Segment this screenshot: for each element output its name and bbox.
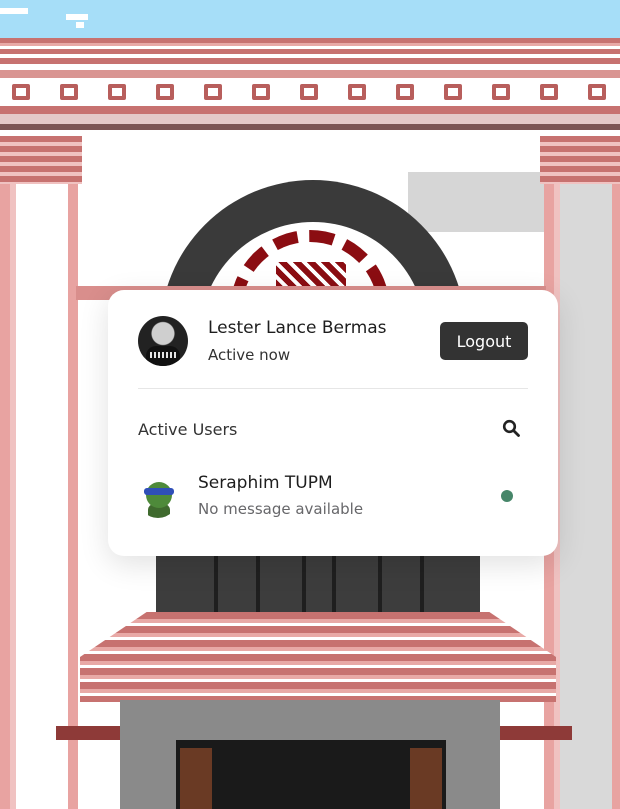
current-user-status: Active now	[208, 346, 291, 364]
frieze	[0, 114, 620, 124]
card-header: Lester Lance Bermas Active now Logout	[138, 316, 528, 389]
avatar-shirt-print	[150, 352, 176, 358]
frieze-shadow	[0, 124, 620, 130]
transom-window	[156, 555, 480, 613]
logout-button[interactable]: Logout	[440, 322, 528, 360]
dentil	[300, 84, 318, 100]
current-user-avatar	[138, 316, 188, 366]
cloud	[66, 14, 88, 20]
dentil	[108, 84, 126, 100]
current-user-name: Lester Lance Bermas	[208, 318, 387, 338]
dentil	[492, 84, 510, 100]
search-label: Active Users	[138, 420, 238, 439]
users-card: Lester Lance Bermas Active now Logout Ac…	[108, 290, 558, 556]
door-frame	[120, 700, 500, 809]
dentil	[348, 84, 366, 100]
dentil	[540, 84, 558, 100]
dentil	[588, 84, 606, 100]
pillar-left	[0, 136, 82, 809]
user-name: Seraphim TUPM	[198, 473, 333, 493]
cornice	[0, 38, 620, 64]
search-bar: Active Users	[138, 412, 528, 446]
search-icon	[502, 419, 520, 440]
user-last-message: No message available	[198, 500, 364, 518]
sky	[0, 0, 620, 40]
dentil	[252, 84, 270, 100]
user-avatar	[138, 478, 178, 518]
search-button[interactable]	[494, 412, 528, 446]
dentil-band	[0, 70, 620, 114]
user-list-item[interactable]: Seraphim TUPM No message available	[138, 468, 528, 524]
cloud-shadow	[408, 172, 548, 232]
dentil	[12, 84, 30, 100]
dentil	[444, 84, 462, 100]
cloud	[0, 8, 28, 14]
cloud	[76, 22, 84, 28]
portico-roof	[80, 612, 556, 702]
dentil	[60, 84, 78, 100]
dentil	[396, 84, 414, 100]
online-status-dot	[501, 490, 513, 502]
dentil	[204, 84, 222, 100]
dentil	[156, 84, 174, 100]
